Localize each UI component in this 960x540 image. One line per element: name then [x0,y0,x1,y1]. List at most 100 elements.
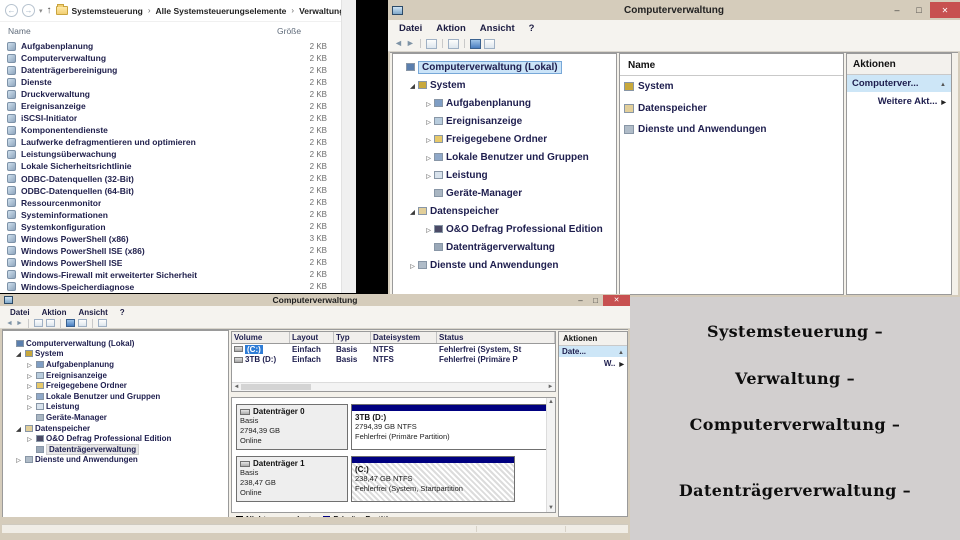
expander-icon[interactable] [408,80,417,91]
volume-row[interactable]: (C:) Einfach Basis NTFS Fehlerfrei (System, … [232,344,555,355]
list-item[interactable]: ODBC-Datenquellen (32-Bit) 2 KB [0,173,341,185]
forward-icon[interactable] [406,39,415,48]
menu-ansicht[interactable]: Ansicht [72,308,113,317]
menu-aktion[interactable]: Aktion [429,23,473,34]
maximize-icon[interactable] [908,5,930,15]
expander-icon[interactable] [25,381,34,390]
list-item[interactable]: ODBC-Datenquellen (64-Bit) 2 KB [0,185,341,197]
tree-item-computerverwaltung-lokal[interactable]: Computerverwaltung (Lokal) [393,58,616,76]
vertical-scrollbar[interactable] [546,398,555,512]
expander-icon[interactable] [408,260,417,271]
expander-icon[interactable] [14,424,23,433]
expander-icon[interactable] [424,134,433,145]
tree-item-freigegebene-ordner[interactable]: Freigegebene Ordner [393,130,616,148]
partition-c[interactable]: (C:) 238,47 GB NTFS Fehlerfrei (System, St… [351,456,515,502]
tree-item-o-o-defrag-professional-edition[interactable]: O&O Defrag Professional Edition [393,220,616,238]
expander-icon[interactable] [14,455,23,464]
tree-item-system[interactable]: System [3,349,228,360]
expander-icon[interactable] [25,392,34,401]
titlebar[interactable]: Computerverwaltung [0,294,630,306]
close-icon[interactable] [930,2,960,18]
column-header-status[interactable]: Status [437,332,555,343]
list-item[interactable]: Datenträgerbereinigung 2 KB [0,64,341,76]
close-icon[interactable] [603,294,630,306]
up-icon[interactable] [47,5,52,16]
tree-item-datenspeicher[interactable]: Datenspeicher [3,423,228,434]
titlebar[interactable]: Computerverwaltung [388,0,960,20]
console-tree-toggle-icon[interactable] [425,38,437,49]
tree-item-computerverwaltung-lokal[interactable]: Computerverwaltung (Lokal) [3,338,228,349]
tree-item-ereignisanzeige[interactable]: Ereignisanzeige [393,112,616,130]
disk-header[interactable]: Datenträger 0 Basis 2794,39 GB Online [236,404,348,450]
horizontal-scrollbar[interactable] [232,382,555,391]
tree-item-datenspeicher[interactable]: Datenspeicher [393,202,616,220]
refresh-icon[interactable] [97,319,107,327]
actions-group-disk-management[interactable]: Date... [559,346,627,357]
partition-3tb-d[interactable]: 3TB (D:) 2794,39 GB NTFS Fehlerfrei (Primä… [351,404,548,450]
forward-icon[interactable] [22,4,35,17]
column-header-volume[interactable]: Volume [232,332,290,343]
list-item[interactable]: Systeminformationen 2 KB [0,209,341,221]
list-item[interactable]: Laufwerke defragmentieren und optimieren… [0,136,341,148]
actions-more-actions[interactable]: W.. [559,357,627,370]
action-pane-toggle-icon[interactable] [77,319,87,327]
scroll-down-icon[interactable] [547,505,555,511]
list-item[interactable]: Windows-Firewall mit erweiterter Sicherh… [0,269,341,281]
menu-help[interactable]: ? [522,23,542,34]
list-item[interactable]: Systemkonfiguration 2 KB [0,221,341,233]
expander-icon[interactable] [25,371,34,380]
breadcrumb-item-alle-systemsteuerungselemente[interactable]: Alle Systemsteuerungselemente [156,6,287,16]
list-item[interactable]: Computerverwaltung 2 KB [0,52,341,64]
expander-icon[interactable] [424,152,433,163]
back-icon[interactable] [394,39,403,48]
minimize-icon[interactable] [886,5,908,15]
menu-ansicht[interactable]: Ansicht [473,23,522,34]
action-pane-toggle-icon[interactable] [483,38,495,49]
tree-item-geräte-manager[interactable]: Geräte-Manager [3,412,228,423]
scroll-right-icon[interactable] [546,384,555,390]
back-icon[interactable] [6,320,13,327]
expander-icon[interactable] [25,402,34,411]
explorer-scrollbar[interactable] [341,0,356,293]
minimize-icon[interactable] [573,296,588,305]
tree-item-geräte-manager[interactable]: Geräte-Manager [393,184,616,202]
help-icon[interactable] [469,38,481,49]
list-item[interactable]: Dienste 2 KB [0,76,341,88]
list-item[interactable]: Windows-Speicherdiagnose 2 KB [0,281,341,293]
list-item[interactable]: Windows PowerShell ISE (x86) 2 KB [0,245,341,257]
tree-item-o-o-defrag-professional-edition[interactable]: O&O Defrag Professional Edition [3,433,228,444]
expander-icon[interactable] [424,170,433,181]
column-header-dateisystem[interactable]: Dateisystem [371,332,437,343]
tree-item-ereignisanzeige[interactable]: Ereignisanzeige [3,370,228,381]
list-item[interactable]: Windows PowerShell (x86) 3 KB [0,233,341,245]
collapse-icon[interactable] [940,78,946,89]
list-item[interactable]: Ressourcenmonitor 2 KB [0,197,341,209]
tree-item-leistung[interactable]: Leistung [393,166,616,184]
list-item[interactable]: Aufgabenplanung 2 KB [0,40,341,52]
recent-locations-dropdown-icon[interactable] [39,7,43,15]
breadcrumb-item-systemsteuerung[interactable]: Systemsteuerung [72,6,143,16]
menu-datei[interactable]: Datei [4,308,36,317]
tree-item-datenträgerverwaltung[interactable]: Datenträgerverwaltung [393,238,616,256]
tree-item-aufgabenplanung[interactable]: Aufgabenplanung [393,94,616,112]
export-list-icon[interactable] [447,38,459,49]
tree-item-system[interactable]: System [393,76,616,94]
expander-icon[interactable] [408,206,417,217]
list-item-dienste-und-anwendungen[interactable]: Dienste und Anwendungen [620,119,843,141]
list-item[interactable]: iSCSI-Initiator 2 KB [0,112,341,124]
menu-datei[interactable]: Datei [392,23,429,34]
expander-icon[interactable] [424,116,433,127]
expander-icon[interactable] [25,434,34,443]
tree-item-lokale-benutzer-und-gruppen[interactable]: Lokale Benutzer und Gruppen [3,391,228,402]
expander-icon[interactable] [424,224,433,235]
properties-icon[interactable] [45,319,55,327]
actions-group-computer-management[interactable]: Computerver... [847,75,951,92]
list-item[interactable]: Lokale Sicherheitsrichtlinie 2 KB [0,160,341,172]
menu-aktion[interactable]: Aktion [36,308,73,317]
list-item[interactable]: Windows PowerShell ISE 2 KB [0,257,341,269]
tree-item-dienste-und-anwendungen[interactable]: Dienste und Anwendungen [393,256,616,274]
actions-more-actions[interactable]: Weitere Akt... [847,92,951,111]
list-item[interactable]: Druckverwaltung 2 KB [0,88,341,100]
back-icon[interactable] [5,4,18,17]
collapse-icon[interactable] [618,347,624,356]
